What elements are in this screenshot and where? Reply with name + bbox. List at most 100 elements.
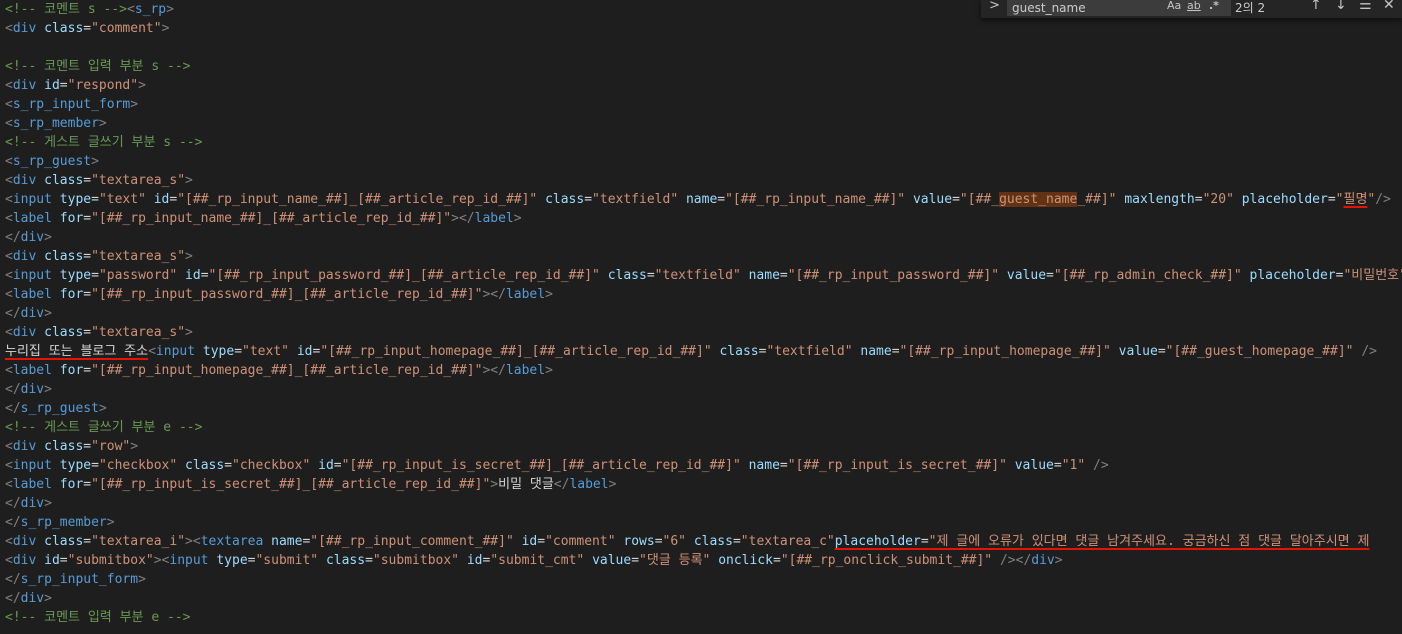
code-line[interactable]: <div class="textarea_s"> xyxy=(5,323,193,342)
code-token: > xyxy=(98,401,107,416)
code-line[interactable]: <div class="comment"> xyxy=(5,19,169,38)
code-token: div xyxy=(20,306,45,321)
match-count: 2의 2 xyxy=(1235,1,1266,15)
code-line[interactable]: <label for="[##_rp_input_password_##]_[#… xyxy=(5,285,553,304)
code-token: <!-- 코멘트 s --> xyxy=(5,2,127,17)
code-token: "비밀번호" xyxy=(1343,268,1402,283)
code-editor[interactable]: <!-- 코멘트 s --><s_rp> <div class="comment"… xyxy=(0,0,1402,634)
code-token: "row" xyxy=(91,439,131,454)
code-token: "[##_rp_input_is_secret_##]_[##_article_… xyxy=(91,477,491,492)
code-line[interactable]: <label for="[##_rp_input_name_##]_[##_ar… xyxy=(5,209,522,228)
code-line[interactable]: <input type="checkbox" class="checkbox" … xyxy=(5,456,1109,475)
code-token: input xyxy=(12,458,52,473)
code-token: "[##_rp_onclick_submit_##]" xyxy=(780,553,993,568)
code-line[interactable]: <div class="textarea_s"> xyxy=(5,247,193,266)
code-token: id xyxy=(318,458,334,473)
code-line[interactable]: <!-- 코멘트 입력 부분 s --> xyxy=(5,57,190,76)
find-in-selection-icon[interactable]: ☰ xyxy=(1359,0,1372,13)
code-line[interactable]: </div> xyxy=(5,494,52,513)
code-line[interactable]: <!-- 코멘트 s --><s_rp> xyxy=(5,0,174,19)
code-token: div xyxy=(12,439,37,454)
close-find-icon[interactable]: ✕ xyxy=(1383,0,1395,13)
code-token: = xyxy=(234,344,243,359)
code-token: </ xyxy=(5,591,21,606)
code-line[interactable]: <div class="textarea_i"><textarea name="… xyxy=(5,532,1369,551)
code-line[interactable]: <s_rp_member> xyxy=(5,114,107,133)
code-token: < xyxy=(5,439,13,454)
code-token: div xyxy=(20,382,45,397)
code-token: type xyxy=(59,458,92,473)
code-token: s_rp xyxy=(134,2,167,17)
regex-icon[interactable]: .* xyxy=(1209,0,1219,12)
code-line[interactable]: <div id="submitbox"><input type="submit"… xyxy=(5,551,1063,570)
code-line[interactable]: </div> xyxy=(5,228,52,247)
code-line[interactable]: <div class="row"> xyxy=(5,437,138,456)
previous-match-icon[interactable]: ↑ xyxy=(1310,0,1322,13)
code-line[interactable]: <div class="textarea_s"> xyxy=(5,171,193,190)
code-token: ></ xyxy=(482,287,506,302)
code-line[interactable]: </s_rp_guest> xyxy=(5,399,107,418)
code-token: class xyxy=(44,325,84,340)
code-token: < xyxy=(148,344,156,359)
code-token: > xyxy=(166,2,174,17)
code-token: value xyxy=(592,553,632,568)
code-token: id xyxy=(521,534,538,549)
code-token: "text" xyxy=(98,192,146,207)
code-line[interactable]: <!-- 코멘트 입력 부분 e --> xyxy=(5,608,190,627)
code-line[interactable]: </s_rp_member> xyxy=(5,513,115,532)
code-token: </ xyxy=(5,230,21,245)
whole-word-icon[interactable]: ab xyxy=(1187,0,1201,12)
code-token: > xyxy=(545,287,553,302)
code-token: class xyxy=(719,344,759,359)
code-token: > xyxy=(608,477,617,492)
code-line[interactable]: <!-- 게스트 글쓰기 부분 s --> xyxy=(5,133,202,152)
code-line[interactable]: <label for="[##_rp_input_homepage_##]_[#… xyxy=(5,361,553,380)
code-line[interactable]: <s_rp_input_form> xyxy=(5,95,138,114)
code-token: div xyxy=(12,173,37,188)
code-line[interactable]: </div> xyxy=(5,380,52,399)
code-token: = xyxy=(537,534,546,549)
code-token: > xyxy=(130,97,139,112)
code-token: "제 글에 오류가 있다면 댓글 남겨주세요. 궁금하신 점 댓글 달아주시면 … xyxy=(928,534,1370,549)
match-case-icon[interactable]: Aa xyxy=(1167,0,1181,12)
code-line[interactable]: <input type="password" id="[##_rp_input_… xyxy=(5,266,1402,285)
code-token: < xyxy=(5,173,13,188)
code-line[interactable]: <input type="text" id="[##_rp_input_name… xyxy=(5,190,1391,209)
code-token: div xyxy=(12,553,37,568)
code-token: "[##_rp_input_password_##]_[##_article_r… xyxy=(91,287,483,302)
code-line[interactable]: <label for="[##_rp_input_is_secret_##]_[… xyxy=(5,475,616,494)
code-token: class xyxy=(44,173,84,188)
code-token: = xyxy=(952,192,960,207)
code-token: > xyxy=(91,154,99,169)
code-token: <!-- 코멘트 입력 부분 s --> xyxy=(5,59,191,74)
next-match-icon[interactable]: ↓ xyxy=(1335,0,1347,13)
code-line[interactable]: 누리집 또는 블로그 주소<input type="text" id="[##_… xyxy=(5,342,1377,361)
code-line[interactable]: <div id="respond"> xyxy=(5,76,146,95)
code-token: ></ xyxy=(482,363,506,378)
code-token: div xyxy=(12,325,37,340)
code-line[interactable]: </s_rp_input_form> xyxy=(5,570,146,589)
code-token: "[##_rp_input_is_secret_##]" xyxy=(787,458,1007,473)
code-line[interactable]: </div> xyxy=(5,589,52,608)
code-token: = xyxy=(365,553,373,568)
code-token: name xyxy=(271,534,303,549)
code-line[interactable]: <!-- 게스트 글쓰기 부분 e --> xyxy=(5,418,202,437)
code-line[interactable]: <s_rp_guest> xyxy=(5,152,99,171)
code-token: "comment" xyxy=(91,21,162,36)
code-token: class xyxy=(44,21,84,36)
code-line[interactable]: </div> xyxy=(5,304,52,323)
code-token: "textarea_s" xyxy=(91,249,186,264)
code-token: = xyxy=(91,192,99,207)
code-token: input xyxy=(12,268,52,283)
toggle-replace-chevron-icon[interactable]: > xyxy=(989,0,1000,13)
code-token: class xyxy=(185,458,225,473)
